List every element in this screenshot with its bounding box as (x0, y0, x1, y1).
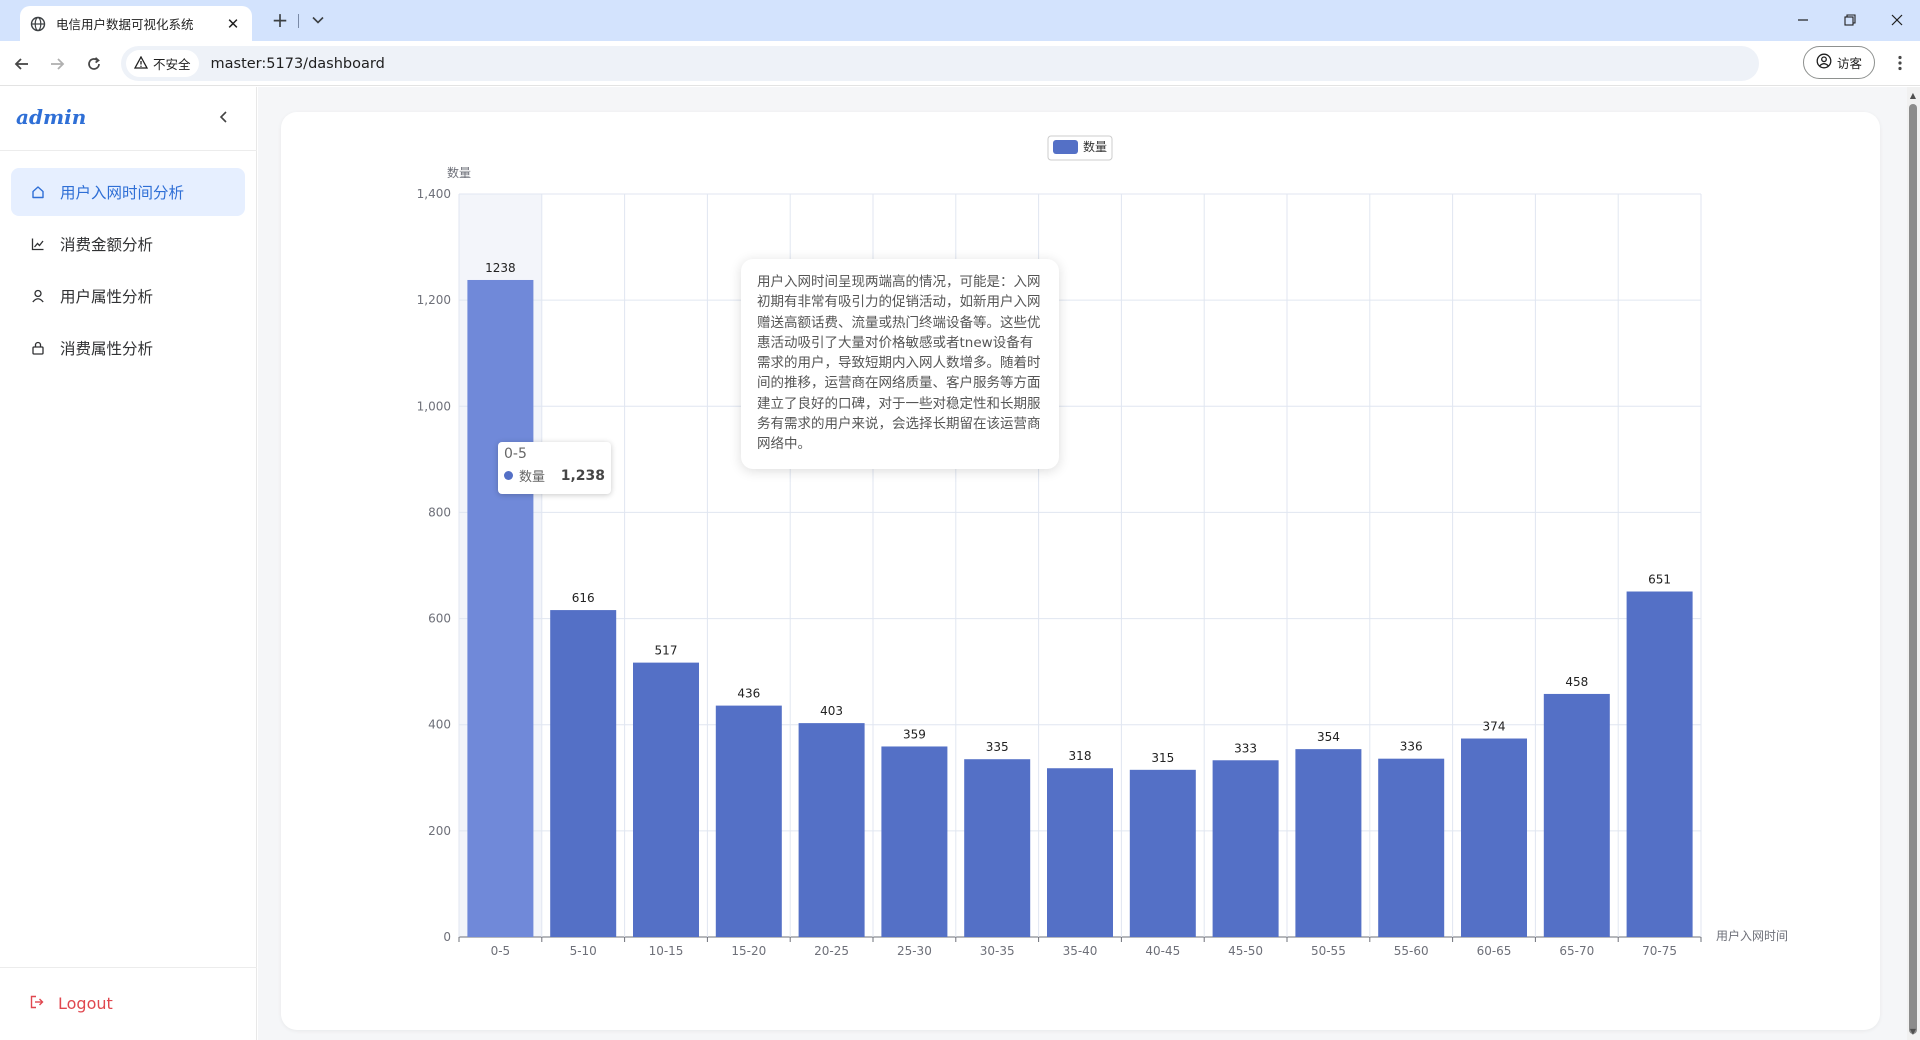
scroll-up-icon[interactable]: ▲ (1908, 90, 1918, 100)
bar-value-label: 1238 (485, 261, 516, 275)
x-tick-label: 30-35 (980, 944, 1015, 958)
bar-value-label: 374 (1483, 720, 1506, 734)
x-tick-label: 25-30 (897, 944, 932, 958)
scroll-down-icon[interactable]: ▼ (1908, 1026, 1918, 1036)
y-tick-label: 1,400 (417, 187, 451, 201)
bar-value-label: 458 (1565, 675, 1588, 689)
bar[interactable] (1626, 591, 1693, 937)
tooltip-value: 1,238 (560, 467, 605, 484)
bar-value-label: 517 (655, 644, 678, 658)
y-tick-label: 1,000 (417, 399, 451, 413)
scrollbar-thumb[interactable] (1909, 104, 1917, 1034)
tooltip-row: 数量 1,238 (504, 466, 605, 485)
bar[interactable] (633, 662, 699, 937)
x-tick-label: 65-70 (1559, 944, 1594, 958)
bar-value-label: 616 (572, 591, 595, 605)
y-tick-label: 600 (428, 612, 451, 626)
bar[interactable] (798, 723, 865, 937)
bar[interactable] (1129, 769, 1196, 937)
x-tick-label: 40-45 (1145, 944, 1180, 958)
x-tick-label: 10-15 (649, 944, 684, 958)
bar[interactable] (715, 705, 782, 937)
x-tick-label: 35-40 (1063, 944, 1098, 958)
x-tick-label: 60-65 (1477, 944, 1512, 958)
bar-chart[interactable]: 0 200 400 600 800 1,000 1,200 1,400 1238 0-5 616 5-… (0, 0, 1920, 1040)
y-tick-label: 1,200 (417, 293, 451, 307)
x-tick-label: 0-5 (491, 944, 511, 958)
bar-value-label: 436 (737, 687, 760, 701)
y-tick-label: 400 (428, 718, 451, 732)
bar-value-label: 403 (820, 704, 843, 718)
y-tick-label: 0 (443, 930, 451, 944)
bar[interactable] (1543, 693, 1610, 937)
x-tick-label: 15-20 (731, 944, 766, 958)
x-tick-label: 45-50 (1228, 944, 1263, 958)
bar[interactable] (964, 759, 1031, 937)
bar-value-label: 318 (1069, 749, 1092, 763)
x-tick-label: 5-10 (570, 944, 597, 958)
x-tick-label: 50-55 (1311, 944, 1346, 958)
x-axis-title: 用户入网时间 (1716, 928, 1788, 943)
tooltip-series-name: 数量 (519, 470, 546, 485)
bar[interactable] (550, 610, 617, 937)
bar[interactable] (1295, 749, 1362, 937)
y-tick-label: 200 (428, 824, 451, 838)
bar-value-label: 333 (1234, 741, 1257, 755)
y-tick-label: 800 (428, 505, 451, 519)
x-tick-label: 55-60 (1394, 944, 1429, 958)
bar-value-label: 315 (1151, 751, 1174, 765)
bar[interactable] (881, 746, 948, 937)
x-tick-label: 70-75 (1642, 944, 1677, 958)
bar-value-label: 335 (986, 740, 1009, 754)
legend-label[interactable]: 数量 (1083, 139, 1107, 154)
legend-swatch[interactable] (1053, 140, 1078, 154)
series-dot-icon (504, 471, 513, 480)
bar[interactable] (1212, 760, 1279, 937)
x-tick-label: 20-25 (814, 944, 849, 958)
bar[interactable] (1378, 758, 1445, 937)
y-axis-title: 数量 (447, 165, 471, 180)
bar[interactable] (1047, 768, 1113, 937)
bar-value-label: 651 (1648, 573, 1671, 587)
bar[interactable] (1461, 738, 1527, 937)
tooltip-title: 0-5 (504, 446, 527, 462)
analysis-note: 用户入网时间呈现两端高的情况，可能是：入网初期有非常有吸引力的促销活动，如新用户… (741, 259, 1059, 469)
bar-value-label: 336 (1400, 740, 1423, 754)
bar-value-label: 359 (903, 727, 926, 741)
bar[interactable] (467, 279, 534, 937)
bar-value-label: 354 (1317, 730, 1340, 744)
chart-tooltip: 0-5 数量 1,238 (498, 442, 611, 494)
